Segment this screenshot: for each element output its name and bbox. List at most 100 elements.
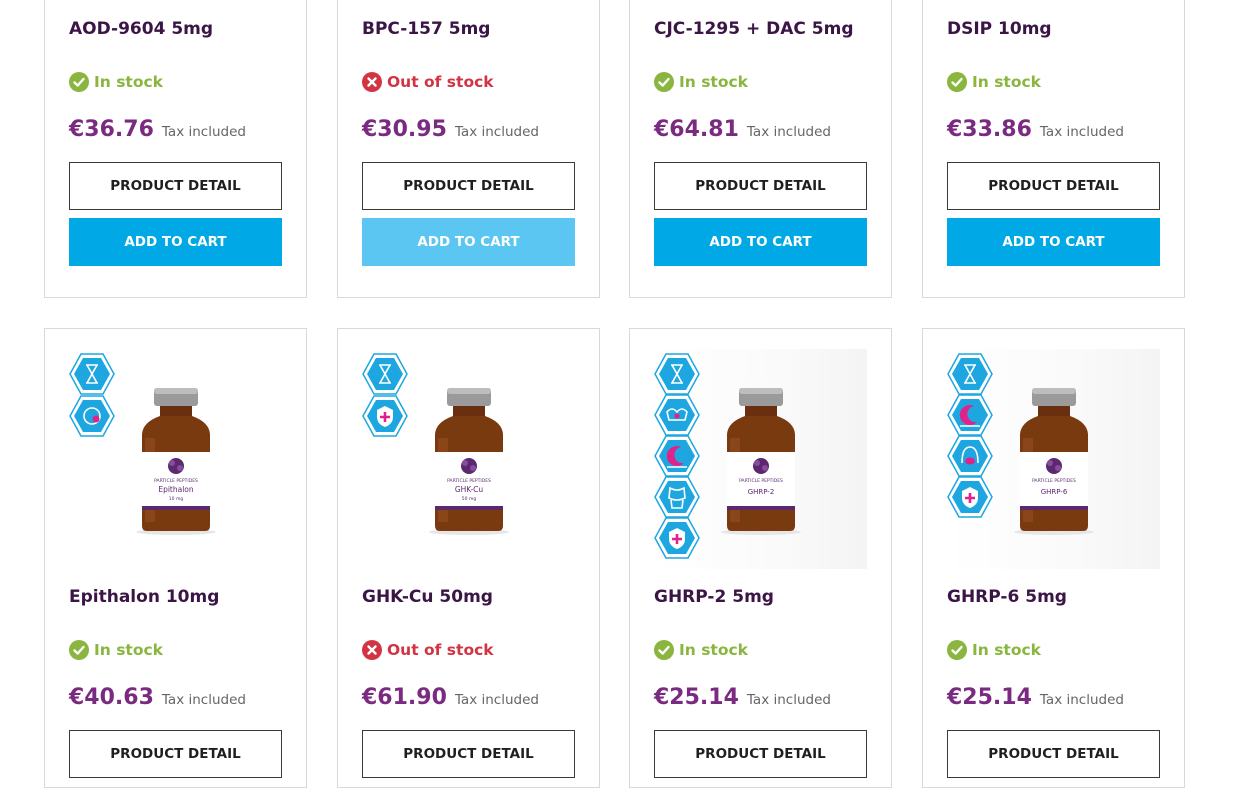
price: €36.76 <box>69 117 154 142</box>
product-name[interactable]: GHRP-6 5mg <box>947 587 1067 607</box>
price-row: €33.86 Tax included <box>947 117 1124 142</box>
stock-text: In stock <box>679 641 748 659</box>
stock-status: In stock <box>947 640 1041 660</box>
moon-icon <box>947 394 993 436</box>
vial-image: PARTICLE PEPTIDES GHK-Cu 50 mg <box>429 388 509 535</box>
product-card: PARTICLE PEPTIDES Epithalon 10 mg Epitha… <box>44 328 307 788</box>
product-name[interactable]: GHRP-2 5mg <box>654 587 774 607</box>
hourglass-icon <box>362 353 408 395</box>
muscle-icon <box>654 394 700 436</box>
hourglass-icon <box>654 353 700 395</box>
product-detail-button[interactable]: PRODUCT DETAIL <box>654 162 867 210</box>
tax-label: Tax included <box>746 692 831 708</box>
price-row: €25.14 Tax included <box>947 685 1124 710</box>
vial-label: GHRP-6 <box>1041 488 1068 496</box>
product-name[interactable]: CJC-1295 + DAC 5mg <box>654 19 854 39</box>
stock-text: In stock <box>679 73 748 91</box>
product-detail-button[interactable]: PRODUCT DETAIL <box>654 730 867 778</box>
product-card: PARTICLE PEPTIDES GHK-Cu 50 mg GHK-Cu 50… <box>337 328 600 788</box>
hourglass-icon <box>69 353 115 395</box>
stock-text: In stock <box>94 73 163 91</box>
product-name[interactable]: AOD-9604 5mg <box>69 19 213 39</box>
stock-status: In stock <box>947 72 1041 92</box>
hourglass-icon <box>947 353 993 395</box>
vial-label: GHK-Cu <box>455 485 484 494</box>
vial-dose: 10 mg <box>169 496 184 502</box>
stock-status: Out of stock <box>362 72 494 92</box>
check-icon <box>947 72 967 92</box>
product-image[interactable]: PARTICLE PEPTIDES GHRP-6 <box>947 349 1160 569</box>
stock-status: In stock <box>654 72 748 92</box>
product-detail-button[interactable]: PRODUCT DETAIL <box>362 162 575 210</box>
product-name[interactable]: BPC-157 5mg <box>362 19 490 39</box>
product-card: AOD-9604 5mg In stock €36.76 Tax include… <box>44 0 307 298</box>
price: €25.14 <box>654 685 739 710</box>
check-icon <box>69 640 89 660</box>
stock-text: Out of stock <box>387 73 494 91</box>
vial-image: PARTICLE PEPTIDES GHRP-2 <box>721 388 801 535</box>
check-icon <box>654 640 674 660</box>
tax-label: Tax included <box>1039 124 1124 140</box>
check-icon <box>654 72 674 92</box>
stomach-icon <box>947 435 993 477</box>
price-row: €40.63 Tax included <box>69 685 246 710</box>
product-name[interactable]: GHK-Cu 50mg <box>362 587 493 607</box>
product-card: CJC-1295 + DAC 5mg In stock €64.81 Tax i… <box>629 0 892 298</box>
product-card: PARTICLE PEPTIDES GHRP-2 GHRP-2 5mg In s… <box>629 328 892 788</box>
vial-brand: PARTICLE PEPTIDES <box>1032 478 1076 484</box>
product-detail-button[interactable]: PRODUCT DETAIL <box>947 730 1160 778</box>
tax-label: Tax included <box>161 124 246 140</box>
vial-image: PARTICLE PEPTIDES Epithalon 10 mg <box>136 388 216 535</box>
price-row: €61.90 Tax included <box>362 685 539 710</box>
brain-icon <box>69 395 115 437</box>
product-name[interactable]: Epithalon 10mg <box>69 587 219 607</box>
vial-brand: PARTICLE PEPTIDES <box>154 478 198 484</box>
x-circle-icon <box>362 640 382 660</box>
shield-plus-icon <box>654 517 700 559</box>
add-to-cart-button[interactable]: ADD TO CART <box>654 218 867 266</box>
product-image[interactable]: PARTICLE PEPTIDES GHK-Cu 50 mg <box>362 349 575 569</box>
product-card: PARTICLE PEPTIDES GHRP-6 GHRP-6 5mg In s… <box>922 328 1185 788</box>
x-circle-icon <box>362 72 382 92</box>
price-row: €30.95 Tax included <box>362 117 539 142</box>
product-detail-button[interactable]: PRODUCT DETAIL <box>69 730 282 778</box>
stock-status: In stock <box>654 640 748 660</box>
product-card: BPC-157 5mg Out of stock €30.95 Tax incl… <box>337 0 600 298</box>
product-detail-button[interactable]: PRODUCT DETAIL <box>362 730 575 778</box>
price: €40.63 <box>69 685 154 710</box>
shield-plus-icon <box>362 395 408 437</box>
stock-status: Out of stock <box>362 640 494 660</box>
tax-label: Tax included <box>746 124 831 140</box>
price: €33.86 <box>947 117 1032 142</box>
product-image[interactable]: PARTICLE PEPTIDES Epithalon 10 mg <box>69 349 282 569</box>
price-row: €36.76 Tax included <box>69 117 246 142</box>
add-to-cart-button[interactable]: ADD TO CART <box>947 218 1160 266</box>
stock-text: In stock <box>94 641 163 659</box>
price: €30.95 <box>362 117 447 142</box>
price-row: €25.14 Tax included <box>654 685 831 710</box>
add-to-cart-button[interactable]: ADD TO CART <box>69 218 282 266</box>
vial-image: PARTICLE PEPTIDES GHRP-6 <box>1014 388 1094 535</box>
stock-status: In stock <box>69 72 163 92</box>
body-icon <box>654 476 700 518</box>
price: €64.81 <box>654 117 739 142</box>
check-icon <box>947 640 967 660</box>
stock-text: In stock <box>972 641 1041 659</box>
moon-icon <box>654 435 700 477</box>
shield-plus-icon <box>947 476 993 518</box>
price: €61.90 <box>362 685 447 710</box>
stock-text: In stock <box>972 73 1041 91</box>
vial-label: Epithalon <box>158 485 194 494</box>
product-name[interactable]: DSIP 10mg <box>947 19 1052 39</box>
stock-status: In stock <box>69 640 163 660</box>
stock-text: Out of stock <box>387 641 494 659</box>
vial-brand: PARTICLE PEPTIDES <box>739 478 783 484</box>
add-to-cart-button[interactable]: ADD TO CART <box>362 218 575 266</box>
product-detail-button[interactable]: PRODUCT DETAIL <box>69 162 282 210</box>
product-card: DSIP 10mg In stock €33.86 Tax included P… <box>922 0 1185 298</box>
product-detail-button[interactable]: PRODUCT DETAIL <box>947 162 1160 210</box>
check-icon <box>69 72 89 92</box>
price: €25.14 <box>947 685 1032 710</box>
tax-label: Tax included <box>454 692 539 708</box>
product-image[interactable]: PARTICLE PEPTIDES GHRP-2 <box>654 349 867 569</box>
